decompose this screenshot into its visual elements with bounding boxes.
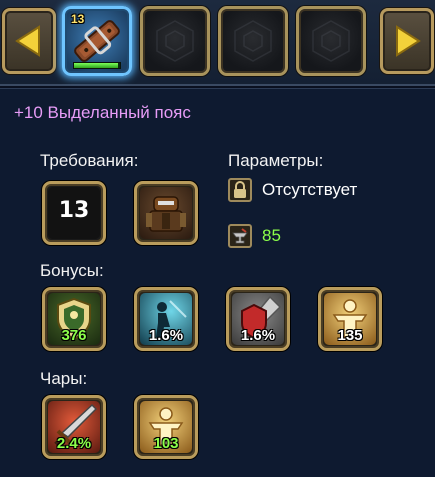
equipment-slot-empty-1[interactable] xyxy=(140,6,210,76)
arrow-right-icon xyxy=(396,25,421,57)
lock-icon xyxy=(228,178,252,202)
bonus-value: 376 xyxy=(61,327,87,344)
bonus-tile-health[interactable]: 135 xyxy=(318,287,382,351)
equipment-slot-empty-3[interactable] xyxy=(296,6,366,76)
bonuses-label: Бонусы: xyxy=(40,261,104,280)
durability-row: 85 xyxy=(228,224,281,248)
warrior-class-icon xyxy=(146,196,186,232)
slot-durability-bar xyxy=(73,62,121,69)
bonus-value: 1.6% xyxy=(240,327,276,344)
binding-status: Отсутствует xyxy=(262,180,358,199)
equipment-slot-active[interactable]: 13 xyxy=(62,6,132,76)
enchant-tile-attack[interactable]: 2.4% xyxy=(42,395,106,459)
required-level-tile: 13 xyxy=(42,181,106,245)
anvil-icon xyxy=(228,224,252,248)
empty-slot-pattern-icon xyxy=(156,20,194,62)
required-class-tile[interactable] xyxy=(134,181,198,245)
empty-slot-pattern-icon xyxy=(234,20,272,62)
bonus-tile-defense[interactable]: 376 xyxy=(42,287,106,351)
required-level-value: 13 xyxy=(58,198,90,223)
item-info-panel: +10 Выделанный пояс Требования: 13 Парам… xyxy=(0,88,435,477)
slot-level-label: 13 xyxy=(71,12,85,26)
empty-slot-pattern-icon xyxy=(312,20,350,62)
binding-row: Отсутствует xyxy=(228,178,357,202)
bonus-value: 135 xyxy=(337,327,363,344)
next-page-button[interactable] xyxy=(380,8,434,74)
requirements-label: Требования: xyxy=(40,151,139,170)
enchant-tile-health[interactable]: 103 xyxy=(134,395,198,459)
arrow-left-icon xyxy=(15,25,40,57)
slot-durability-fill xyxy=(74,63,118,68)
enchant-value: 2.4% xyxy=(56,435,92,452)
bonus-tile-block[interactable]: 1.6% xyxy=(226,287,290,351)
enchant-value: 103 xyxy=(153,435,179,452)
durability-value: 85 xyxy=(262,226,281,245)
parameters-label: Параметры: xyxy=(228,151,324,170)
previous-page-button[interactable] xyxy=(2,8,56,74)
enchants-label: Чары: xyxy=(40,369,88,388)
item-name: +10 Выделанный пояс xyxy=(14,103,191,122)
bonus-value: 1.6% xyxy=(148,327,184,344)
equipment-slot-bar: 13 xyxy=(0,0,435,86)
bonus-tile-evasion[interactable]: 1.6% xyxy=(134,287,198,351)
equipment-slot-empty-2[interactable] xyxy=(218,6,288,76)
